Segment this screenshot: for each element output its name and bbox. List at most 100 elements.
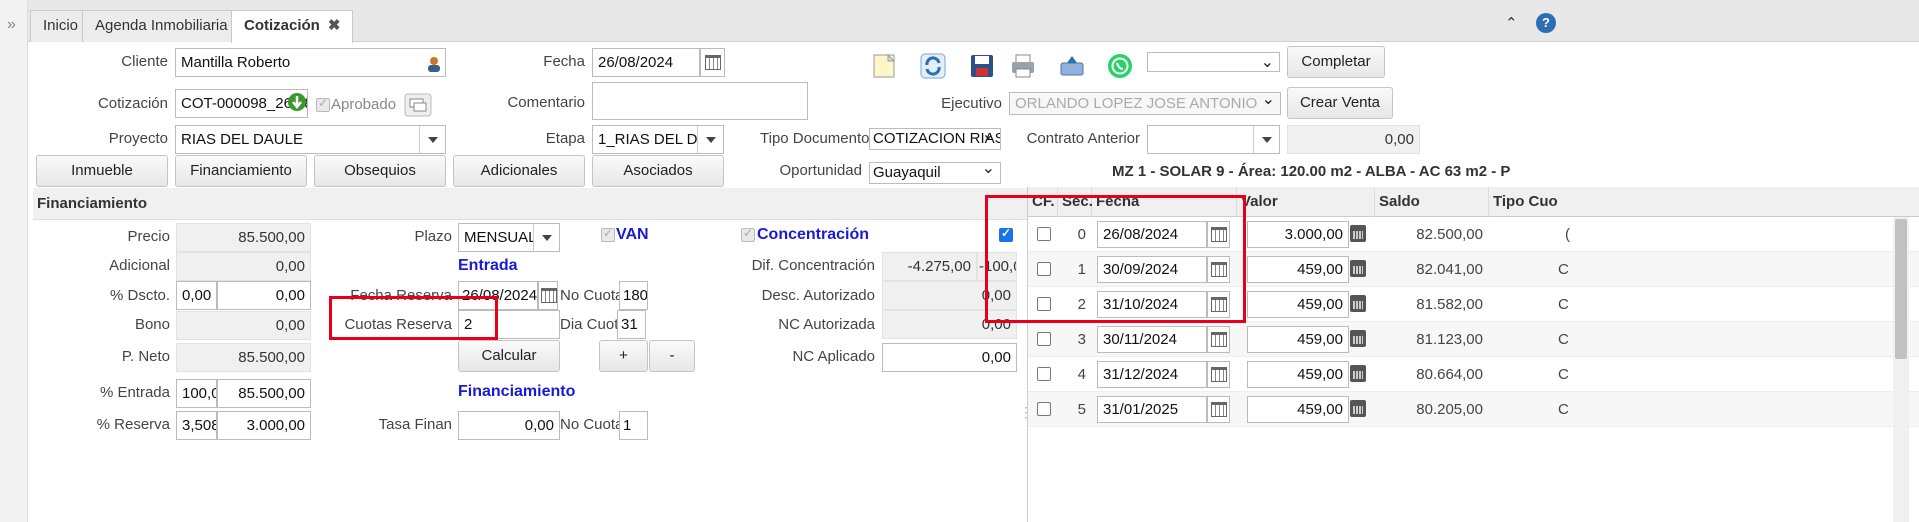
nc-aplicado-field[interactable]: 0,00 xyxy=(882,343,1017,372)
plazo-combo[interactable]: MENSUAL xyxy=(458,223,560,252)
entrada-heading: Entrada xyxy=(458,257,518,274)
adicional-label: Adicional xyxy=(109,257,170,274)
completar-button[interactable]: Completar xyxy=(1287,46,1385,78)
dscto-value-field[interactable]: 0,00 xyxy=(217,281,311,310)
calculator-icon[interactable] xyxy=(1350,365,1366,382)
calculator-icon[interactable] xyxy=(1350,260,1366,277)
row-valor-field[interactable]: 459,00 xyxy=(1247,256,1349,283)
tasa-finan-field[interactable]: 0,00 xyxy=(458,411,560,440)
adicionales-button[interactable]: Adicionales xyxy=(453,155,585,187)
row-valor-field[interactable]: 459,00 xyxy=(1247,326,1349,353)
col-header-saldo[interactable]: Saldo xyxy=(1375,187,1489,217)
close-tab-icon[interactable]: ✖ xyxy=(328,17,341,34)
row-saldo: 82.500,00 xyxy=(1416,226,1483,243)
row-fecha-field[interactable]: 31/01/2025 xyxy=(1097,396,1207,423)
download-icon[interactable] xyxy=(287,92,307,116)
financiamiento-button[interactable]: Financiamiento xyxy=(175,155,307,187)
calculator-icon[interactable] xyxy=(1350,400,1366,417)
expand-sidebar-icon[interactable]: » xyxy=(7,16,16,34)
contrato-anterior-combo[interactable] xyxy=(1147,125,1280,154)
row-checkbox[interactable] xyxy=(1037,332,1051,346)
crear-venta-button[interactable]: Crear Venta xyxy=(1287,87,1393,119)
fecha-reserva-calendar-button[interactable] xyxy=(538,281,558,310)
comentario-label: Comentario xyxy=(507,94,585,111)
print-icon[interactable] xyxy=(1010,53,1036,79)
fecha-field[interactable]: 26/08/2024 xyxy=(592,48,700,77)
aprobado-checkbox[interactable] xyxy=(316,96,330,112)
plus-button[interactable]: + xyxy=(599,340,648,372)
calculator-icon[interactable] xyxy=(1350,295,1366,312)
row-sec: 5 xyxy=(1077,401,1086,418)
row-tipo: C xyxy=(1558,401,1569,418)
dscto-pct-field[interactable]: 0,00 xyxy=(176,281,217,310)
calendar-icon xyxy=(1211,332,1227,347)
dia-cuota-field[interactable]: 31 xyxy=(617,310,646,339)
grid-scrollbar[interactable] xyxy=(1893,217,1909,522)
toolbar-select[interactable] xyxy=(1147,52,1280,72)
row-fecha-field[interactable]: 31/12/2024 xyxy=(1097,361,1207,388)
whatsapp-icon[interactable] xyxy=(1107,53,1133,79)
row-calendar-button[interactable] xyxy=(1207,396,1230,423)
chat-icon[interactable] xyxy=(404,93,432,117)
col-header-tipo-cuota[interactable]: Tipo Cuo xyxy=(1489,187,1919,217)
concentracion-label: Concentración xyxy=(757,226,870,243)
asociados-button[interactable]: Asociados xyxy=(592,155,724,187)
fecha-calendar-button[interactable] xyxy=(700,48,725,77)
row-sec: 3 xyxy=(1077,331,1086,348)
scrollbar-thumb[interactable] xyxy=(1895,219,1907,359)
oportunidad-select[interactable]: Guayaquil xyxy=(869,162,1001,184)
chevron-down-icon[interactable] xyxy=(697,126,723,153)
row-checkbox[interactable] xyxy=(1037,367,1051,381)
calculator-icon[interactable] xyxy=(1350,225,1366,242)
row-fecha-field[interactable]: 30/11/2024 xyxy=(1097,326,1207,353)
refresh-icon[interactable] xyxy=(920,53,946,79)
col-header-valor[interactable]: Valor xyxy=(1237,187,1375,217)
nc-autorizada-label: NC Autorizada xyxy=(778,316,875,333)
help-icon[interactable]: ? xyxy=(1536,13,1556,33)
inmueble-button[interactable]: Inmueble xyxy=(36,155,168,187)
row-valor-field[interactable]: 459,00 xyxy=(1247,361,1349,388)
chevron-down-icon[interactable] xyxy=(1253,126,1279,153)
table-row[interactable]: 5 31/01/2025 459,00 80.205,00 C xyxy=(1028,392,1919,427)
concentracion-checkbox[interactable] xyxy=(741,226,755,242)
minus-button[interactable]: - xyxy=(649,340,695,372)
row-tipo: ( xyxy=(1565,226,1570,243)
new-document-icon[interactable] xyxy=(871,53,897,79)
user-icon[interactable] xyxy=(427,54,441,72)
table-row[interactable]: 4 31/12/2024 459,00 80.664,00 C xyxy=(1028,357,1919,392)
proyecto-value: RIAS DEL DAULE xyxy=(181,131,303,148)
row-calendar-button[interactable] xyxy=(1207,361,1230,388)
send-icon[interactable] xyxy=(1059,53,1085,79)
chevron-down-icon[interactable] xyxy=(419,126,445,153)
reserva-pct-field[interactable]: 3,508 xyxy=(176,411,217,440)
row-valor-field[interactable]: 3.000,00 xyxy=(1247,221,1349,248)
row-calendar-button[interactable] xyxy=(1207,326,1230,353)
van-checkbox[interactable] xyxy=(601,226,615,242)
proyecto-combo[interactable]: RIAS DEL DAULE xyxy=(175,125,446,154)
ejecutivo-select[interactable]: ORLANDO LOPEZ JOSE ANTONIO xyxy=(1009,92,1281,115)
precio-value: 85.500,00 xyxy=(176,223,311,252)
no-cuotas-field[interactable]: 180 xyxy=(619,281,648,310)
comentario-textarea[interactable] xyxy=(592,82,808,120)
save-icon[interactable] xyxy=(969,53,995,79)
obsequios-button[interactable]: Obsequios xyxy=(314,155,446,187)
reserva-value-field[interactable]: 3.000,00 xyxy=(217,411,311,440)
chevron-down-icon[interactable] xyxy=(533,224,559,251)
etapa-label: Etapa xyxy=(545,130,585,147)
no-cuotas2-field[interactable]: 1 xyxy=(619,411,648,440)
calculator-icon[interactable] xyxy=(1350,330,1366,347)
cliente-field[interactable]: Mantilla Roberto xyxy=(175,48,446,77)
calendar-icon xyxy=(1211,402,1227,417)
entrada-pct-field[interactable]: 100,0 xyxy=(176,379,217,408)
etapa-combo[interactable]: 1_RIAS DEL DAU xyxy=(592,125,724,154)
calcular-button[interactable]: Calcular xyxy=(458,340,560,372)
row-valor-field[interactable]: 459,00 xyxy=(1247,396,1349,423)
table-row[interactable]: 3 30/11/2024 459,00 81.123,00 C xyxy=(1028,322,1919,357)
financiamiento-heading: Financiamiento xyxy=(458,383,576,400)
tipo-documento-select[interactable]: COTIZACION RIAS xyxy=(869,128,1001,150)
tab-cotizacion[interactable]: Cotización ✖ xyxy=(231,10,354,43)
row-valor-field[interactable]: 459,00 xyxy=(1247,291,1349,318)
row-checkbox[interactable] xyxy=(1037,402,1051,416)
entrada-value-field[interactable]: 85.500,00 xyxy=(217,379,311,408)
collapse-icon[interactable]: ⌃ xyxy=(1505,14,1518,32)
